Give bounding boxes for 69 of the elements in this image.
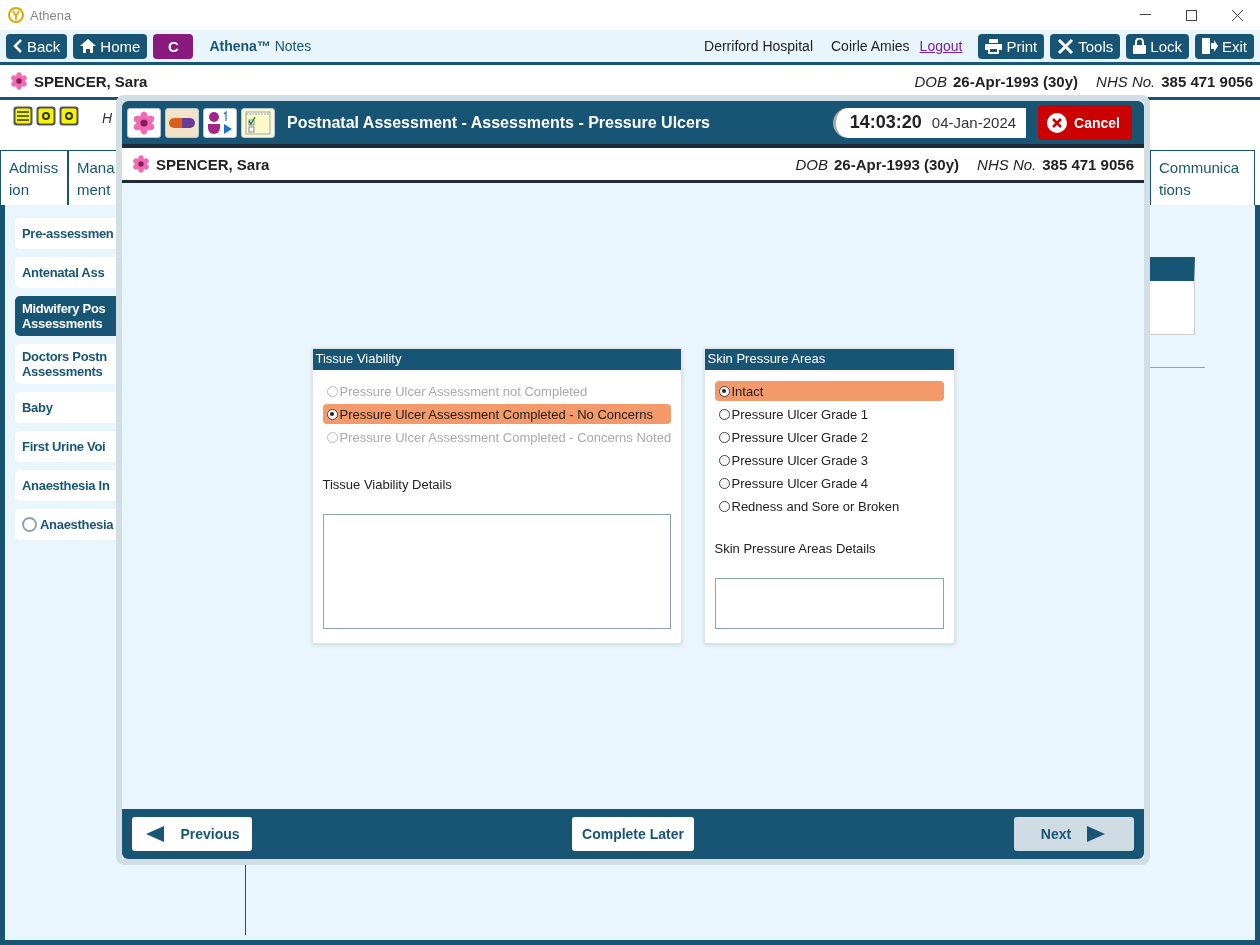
dob-label: DOB <box>914 72 947 90</box>
dob-value: 26-Apr-1993 (30y) <box>953 72 1079 90</box>
radio-option[interactable]: Pressure Ulcer Grade 1 <box>714 404 944 424</box>
home-button[interactable]: Home <box>73 33 148 59</box>
printer-icon <box>985 38 1003 54</box>
flower-icon <box>132 155 150 173</box>
back-button[interactable]: Back <box>6 33 68 59</box>
chevron-left-icon <box>13 39 23 53</box>
header-text: H <box>102 110 113 126</box>
details-field[interactable] <box>322 514 671 629</box>
panel-title: Skin Pressure Areas <box>704 349 954 370</box>
details-field[interactable] <box>714 578 944 629</box>
complete-later-button[interactable]: Complete Later <box>572 817 694 851</box>
medication-button[interactable] <box>165 107 199 138</box>
menu-button[interactable]: C <box>153 33 194 59</box>
tab[interactable]: Admiss ion <box>0 150 68 205</box>
radio-button[interactable] <box>22 517 37 532</box>
logout-link[interactable]: Logout <box>919 38 963 54</box>
window-title: Athena <box>30 7 72 23</box>
help-icon <box>59 106 79 126</box>
panel-title: Tissue Viability <box>312 349 681 370</box>
nhs-label: NHS No. <box>977 155 1037 173</box>
minimize-icon[interactable] <box>1139 14 1151 16</box>
patient-name: SPENCER, Sara <box>156 155 270 173</box>
exit-icon <box>1202 38 1218 54</box>
notes-button[interactable] <box>241 107 275 138</box>
previous-button[interactable]: Previous <box>132 817 252 851</box>
capsule-icon <box>169 117 195 128</box>
details-label: Tissue Viability Details <box>322 477 453 492</box>
radio-option[interactable]: Pressure Ulcer Grade 2 <box>714 427 944 447</box>
radio-option[interactable]: Intact <box>714 381 944 401</box>
notepad-icon <box>245 110 271 135</box>
time-text: 14:03:20 <box>849 112 922 133</box>
radio-option[interactable]: Pressure Ulcer Grade 4 <box>714 473 944 493</box>
radio-option[interactable]: Pressure Ulcer Grade 3 <box>714 450 944 470</box>
print-button[interactable]: Print <box>978 33 1045 59</box>
lock-icon <box>1133 38 1147 54</box>
nhs-value: 385 471 9056 <box>1161 72 1253 90</box>
details-label: Skin Pressure Areas Details <box>714 541 877 556</box>
patient-name: SPENCER, Sara <box>34 72 148 90</box>
site-name: Derriford Hospital <box>704 38 813 54</box>
dob-value: 26-Apr-1993 (30y) <box>834 155 960 173</box>
home-icon <box>80 39 97 53</box>
close-icon <box>1046 111 1069 134</box>
radio-option[interactable]: Pressure Ulcer Assessment Completed - No Concerns <box>322 404 671 424</box>
close-icon[interactable] <box>1231 9 1243 21</box>
help-icon <box>13 106 33 126</box>
flower-icon <box>132 110 156 135</box>
tools-button[interactable]: Tools <box>1050 33 1121 59</box>
help-icon <box>36 106 56 126</box>
exit-button[interactable]: Exit <box>1195 33 1254 59</box>
date-text: 04-Jan-2024 <box>931 114 1017 131</box>
nhs-value: 385 471 9056 <box>1042 155 1134 173</box>
patient-flower-button[interactable] <box>127 107 161 138</box>
user-name: Coirle Amies <box>831 38 910 54</box>
figure-play-icon <box>206 109 234 136</box>
app-name: Athena™ Notes <box>209 38 312 54</box>
dialog-title: Postnatal Assessment - Assessments - Pressure Ulcers <box>287 113 710 132</box>
radio-option[interactable]: Redness and Sore or Broken <box>714 496 944 516</box>
maximize-icon[interactable] <box>1185 9 1197 21</box>
cancel-button[interactable]: Cancel <box>1038 105 1132 140</box>
left-triangle-icon <box>144 825 167 843</box>
app-logo-icon <box>8 7 24 23</box>
dob-label: DOB <box>795 155 828 173</box>
baby-button[interactable] <box>203 107 237 138</box>
nhs-label: NHS No. <box>1096 72 1156 90</box>
flower-icon <box>10 72 28 90</box>
tab[interactable]: Communica tions <box>1150 150 1255 205</box>
lock-button[interactable]: Lock <box>1126 33 1189 59</box>
